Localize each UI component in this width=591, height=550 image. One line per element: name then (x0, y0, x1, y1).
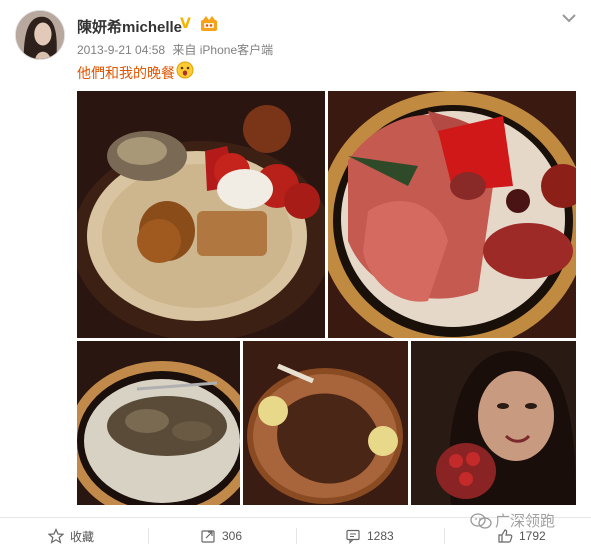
star-icon (48, 528, 64, 544)
repost-count: 306 (222, 529, 243, 543)
appetizer-plate-photo[interactable] (77, 91, 325, 338)
favorite-button[interactable]: 收藏 (48, 526, 94, 546)
avatar[interactable] (15, 10, 65, 60)
surprised-emoji-icon (176, 61, 194, 79)
comment-icon (346, 529, 360, 544)
action-separator (296, 528, 297, 544)
post-meta: 2013-9-21 04:58 来自 iPhone客户端 (77, 41, 273, 58)
comment-button[interactable]: 1283 (345, 526, 394, 546)
verified-v-icon[interactable]: V (180, 17, 194, 31)
repost-button[interactable]: 306 (200, 526, 242, 546)
action-separator (148, 528, 149, 544)
steak-photo[interactable] (243, 341, 408, 505)
favorite-label: 收藏 (70, 529, 95, 544)
wechat-icon (470, 512, 492, 529)
share-icon (201, 530, 215, 543)
source-label: 来自 iPhone客户端 (172, 43, 274, 57)
timestamp-link[interactable]: 2013-9-21 04:58 (77, 43, 165, 57)
like-count: 1792 (519, 529, 546, 543)
username-link[interactable]: 陳妍希michelle (77, 16, 182, 37)
comment-count: 1283 (367, 529, 394, 543)
post-text: 他們和我的晚餐 (77, 65, 175, 81)
cured-meat-platter-photo[interactable] (328, 91, 576, 338)
chevron-down-icon[interactable] (561, 12, 577, 24)
watermark: 广深领跑 (470, 510, 555, 531)
watermark-text: 广深领跑 (495, 513, 556, 530)
selfie-photo[interactable] (411, 341, 576, 505)
vip-crown-icon[interactable] (200, 15, 218, 33)
mushroom-dish-photo[interactable] (77, 341, 240, 505)
action-separator (444, 528, 445, 544)
